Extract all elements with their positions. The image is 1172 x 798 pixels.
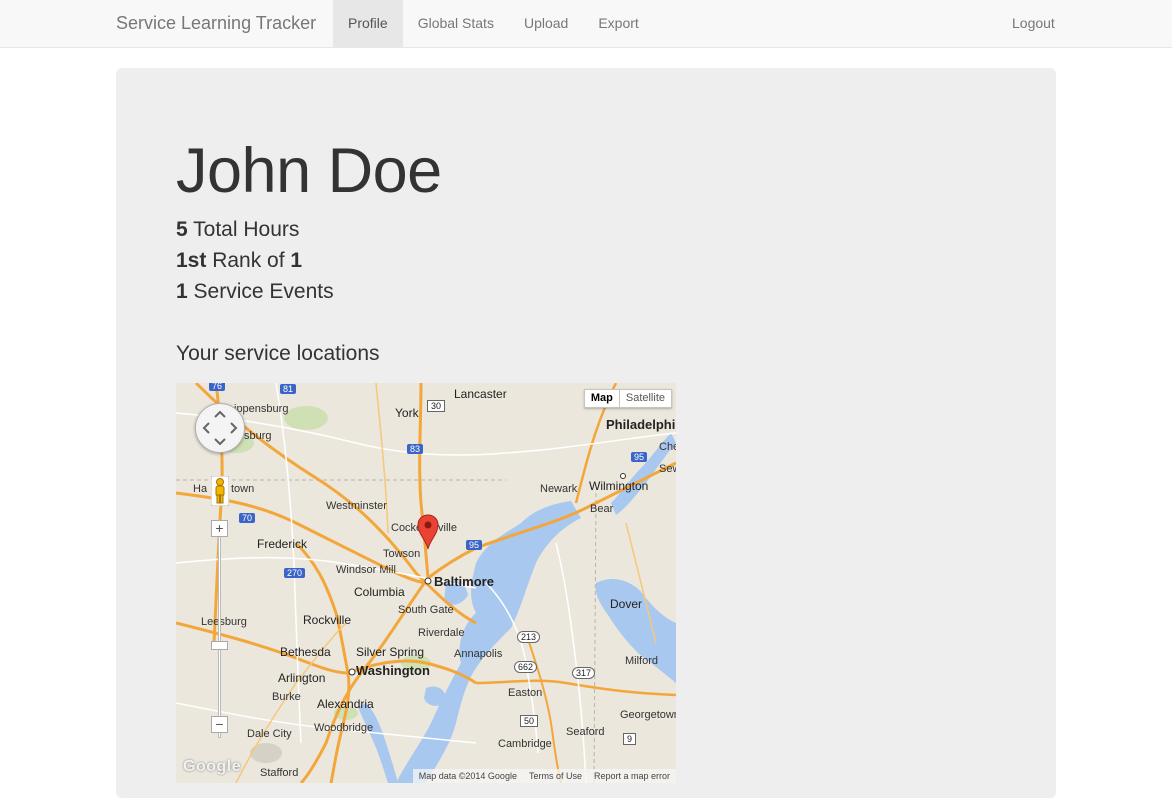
map-place-label: Washington: [356, 663, 430, 678]
map-place-label: Easton: [508, 687, 543, 699]
map-place-label: Philadelphi: [606, 417, 676, 432]
map-place-label: Cambridge: [498, 738, 552, 750]
map-place-label: Westminster: [326, 500, 387, 512]
map-place-label: Stafford: [260, 767, 299, 779]
profile-panel: John Doe 5 Total Hours 1st Rank of 1 1 S…: [116, 68, 1056, 798]
map-place-label: Silver Spring: [356, 645, 425, 659]
service-locations-map[interactable]: 76 81 30 83 95 70 270 95 213 662 317 50 …: [176, 383, 676, 783]
total-hours-value: 5: [176, 218, 188, 241]
service-events-value: 1: [176, 280, 188, 303]
map-place-label: Arlington: [278, 671, 326, 685]
rank-total: 1: [290, 249, 303, 272]
map-place-label: Annapolis: [454, 648, 503, 660]
map-place-label: town: [231, 483, 255, 495]
map-place-label: Riverdale: [418, 627, 465, 639]
zoom-slider-track[interactable]: [218, 528, 221, 738]
map-base-layer: [176, 383, 676, 783]
rank-stat: 1st Rank of 1: [176, 248, 302, 274]
map-place-label: York: [395, 406, 419, 420]
map-place-label: Woodbridge: [314, 722, 374, 734]
brand-link[interactable]: Service Learning Tracker: [116, 0, 316, 47]
map-place-label: Leesburg: [201, 616, 247, 628]
map-place-label: Rockville: [303, 613, 352, 627]
route-shield: 76: [209, 383, 226, 391]
service-events-label: Service Events: [193, 280, 334, 303]
map-place-label: Georgetown: [620, 709, 676, 721]
route-shield: 95: [631, 452, 648, 462]
rank-label: Rank of: [212, 249, 285, 272]
route-shield: 213: [517, 631, 541, 643]
nav-item-global-stats[interactable]: Global Stats: [403, 0, 509, 47]
map-place-label: Bethesda: [280, 645, 331, 659]
map-place-label: Wilmington: [589, 479, 649, 493]
route-shield: 30: [427, 400, 446, 412]
map-place-label: Frederick: [257, 537, 308, 551]
report-map-error-link[interactable]: Report a map error: [594, 769, 670, 783]
map-attribution: Map data ©2014 Google Terms of Use Repor…: [412, 769, 676, 783]
map-place-label: Che: [659, 441, 676, 453]
route-shield: 9: [623, 733, 637, 745]
map-place-label: Alexandria: [317, 697, 374, 711]
service-events-stat: 1 Service Events: [176, 279, 334, 305]
map-type-control: Map Satellite: [583, 389, 672, 408]
nav-item-profile[interactable]: Profile: [333, 0, 403, 47]
map-place-label: Sew: [659, 463, 676, 475]
terms-of-use-link[interactable]: Terms of Use: [529, 769, 582, 783]
map-place-label: Towson: [383, 548, 421, 560]
route-shield: 50: [520, 715, 539, 727]
map-place-label: Newark: [540, 483, 578, 495]
map-place-label: Baltimore: [434, 574, 494, 589]
route-shield: 317: [572, 667, 596, 679]
rank-value: 1st: [176, 249, 207, 272]
nav-menu: Profile Global Stats Upload Export: [333, 0, 654, 47]
map-place-label: Lancaster: [454, 387, 507, 401]
map-place-label: Seaford: [566, 726, 605, 738]
map-place-label: Dale City: [247, 728, 292, 740]
zoom-slider-handle[interactable]: [211, 641, 228, 650]
map-data-credit: Map data ©2014 Google: [418, 771, 517, 781]
pan-control[interactable]: [195, 403, 245, 453]
total-hours-label: Total Hours: [193, 218, 300, 241]
service-locations-heading: Your service locations: [176, 342, 380, 365]
map-place-label: sburg: [244, 430, 272, 442]
route-shield: 270: [284, 568, 306, 578]
route-shield: 95: [466, 540, 483, 550]
location-marker-icon[interactable]: [417, 514, 439, 550]
navbar: Service Learning Tracker Profile Global …: [0, 0, 1172, 48]
map-place-label: Ha: [193, 483, 208, 495]
map-place-label: Windsor Mill: [336, 564, 396, 576]
map-type-satellite-button[interactable]: Satellite: [618, 390, 671, 407]
nav-item-upload[interactable]: Upload: [509, 0, 583, 47]
total-hours-stat: 5 Total Hours: [176, 217, 299, 243]
profile-name: John Doe: [176, 136, 442, 206]
logout-link[interactable]: Logout: [997, 0, 1070, 47]
map-place-label: Dover: [610, 597, 643, 611]
nav-item-export[interactable]: Export: [583, 0, 653, 47]
street-view-pegman-icon[interactable]: [211, 476, 229, 506]
map-place-label: Burke: [272, 691, 301, 703]
route-shield: 70: [239, 513, 256, 523]
map-place-label: South Gate: [398, 604, 454, 616]
google-logo: Google: [183, 758, 242, 775]
route-shield: 83: [407, 444, 424, 454]
route-shield: 662: [514, 661, 538, 673]
pan-arrows-icon: [202, 410, 238, 446]
map-place-label: Columbia: [354, 585, 405, 599]
map-type-map-button[interactable]: Map: [585, 390, 619, 407]
zoom-in-button[interactable]: +: [211, 520, 228, 537]
zoom-out-button[interactable]: −: [211, 716, 228, 733]
map-place-label: ville: [438, 522, 457, 534]
map-place-label: Milford: [625, 655, 659, 667]
map-place-label: Bear: [590, 503, 614, 515]
route-shield: 81: [280, 384, 297, 394]
